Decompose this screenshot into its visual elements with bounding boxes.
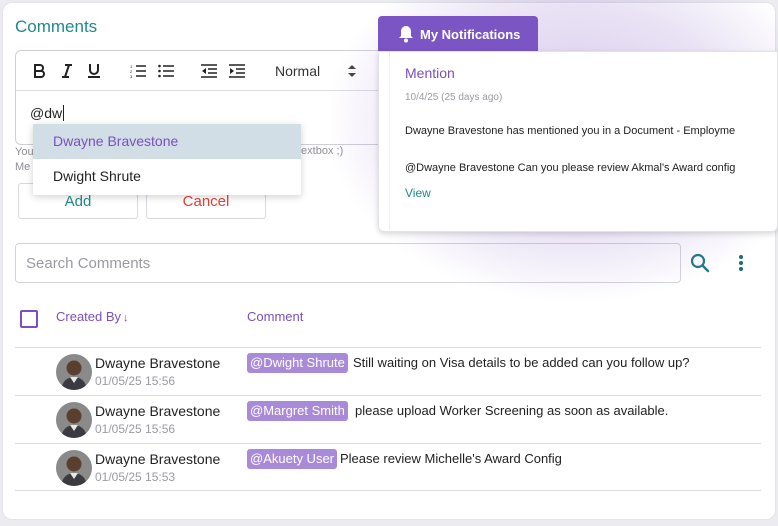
bell-icon: [399, 26, 413, 43]
column-header-comment: Comment: [247, 309, 304, 324]
column-header-created-by-label: Created By: [56, 309, 122, 324]
indent-icon[interactable]: [228, 62, 246, 80]
avatar: [56, 402, 92, 438]
column-header-created-by[interactable]: Created By ↓: [56, 309, 129, 324]
underline-icon[interactable]: [85, 62, 103, 80]
row-author: Dwayne Bravestone: [95, 403, 221, 419]
editor-typed-text: @dw: [30, 105, 63, 121]
row-comment-text: Please review Michelle's Award Config: [340, 451, 562, 466]
notification-view-link[interactable]: View: [405, 186, 431, 200]
row-date: 01/05/25 15:53: [95, 470, 176, 484]
editor-content[interactable]: @dw: [30, 105, 65, 121]
my-notifications-label: My Notifications: [420, 26, 521, 42]
row-author: Dwayne Bravestone: [95, 451, 221, 467]
more-vertical-icon[interactable]: [733, 253, 749, 278]
notification-comment: @Dwayne Bravestone Can you please review…: [405, 162, 736, 174]
notification-message: Dwayne Bravestone has mentioned you in a…: [405, 125, 736, 137]
format-select-arrow-icon[interactable]: [347, 64, 357, 83]
comments-title: Comments: [15, 17, 98, 36]
svg-text:3: 3: [130, 74, 133, 78]
editor-toolbar: 123 Normal: [16, 51, 386, 91]
editor-hint-line1: You: [15, 146, 34, 158]
notifications-panel: Mention 10/4/25 (25 days ago) Dwayne Bra…: [378, 51, 778, 232]
mention-option[interactable]: Dwayne Bravestone: [33, 124, 301, 159]
row-comment-text: please upload Worker Screening as soon a…: [355, 403, 669, 418]
avatar: [56, 450, 92, 486]
bold-icon[interactable]: [30, 62, 48, 80]
table-row: Dwayne Bravestone 01/05/25 15:56 @Margre…: [15, 395, 761, 443]
select-all-checkbox[interactable]: [20, 310, 38, 328]
mention-option[interactable]: Dwight Shrute: [33, 159, 301, 194]
format-select[interactable]: Normal: [275, 63, 320, 79]
notification-title: Mention: [405, 65, 455, 81]
italic-icon[interactable]: [58, 62, 76, 80]
search-comments-box: [15, 243, 681, 283]
table-row: Dwayne Bravestone 01/05/25 15:56 @Dwight…: [15, 347, 761, 395]
table-row: Dwayne Bravestone 01/05/25 15:53 @Akuety…: [15, 443, 761, 491]
row-date: 01/05/25 15:56: [95, 422, 176, 436]
row-author: Dwayne Bravestone: [95, 355, 221, 371]
text-caret: [63, 105, 65, 121]
notification-item: Mention 10/4/25 (25 days ago) Dwayne Bra…: [389, 52, 777, 230]
mention-tag[interactable]: @Dwight Shrute: [247, 353, 348, 373]
editor-hint-line2: Me: [15, 161, 31, 173]
bullet-list-icon[interactable]: [157, 62, 175, 80]
editor-hint: You Me: [15, 145, 34, 175]
search-icon[interactable]: [690, 253, 710, 278]
mention-tag[interactable]: @Margret Smith: [247, 401, 348, 421]
mention-tag[interactable]: @Akuety User: [247, 449, 337, 469]
sort-down-icon: ↓: [123, 312, 129, 324]
row-comment-text: Still waiting on Visa details to be adde…: [353, 355, 690, 370]
mention-dropdown: Dwayne Bravestone Dwight Shrute: [33, 124, 301, 195]
search-input[interactable]: [16, 244, 680, 282]
my-notifications-tab[interactable]: My Notifications: [378, 16, 538, 52]
row-date: 01/05/25 15:56: [95, 374, 176, 388]
ordered-list-icon[interactable]: 123: [129, 62, 147, 80]
notification-date: 10/4/25 (25 days ago): [405, 92, 503, 103]
avatar: [56, 354, 92, 390]
outdent-icon[interactable]: [200, 62, 218, 80]
